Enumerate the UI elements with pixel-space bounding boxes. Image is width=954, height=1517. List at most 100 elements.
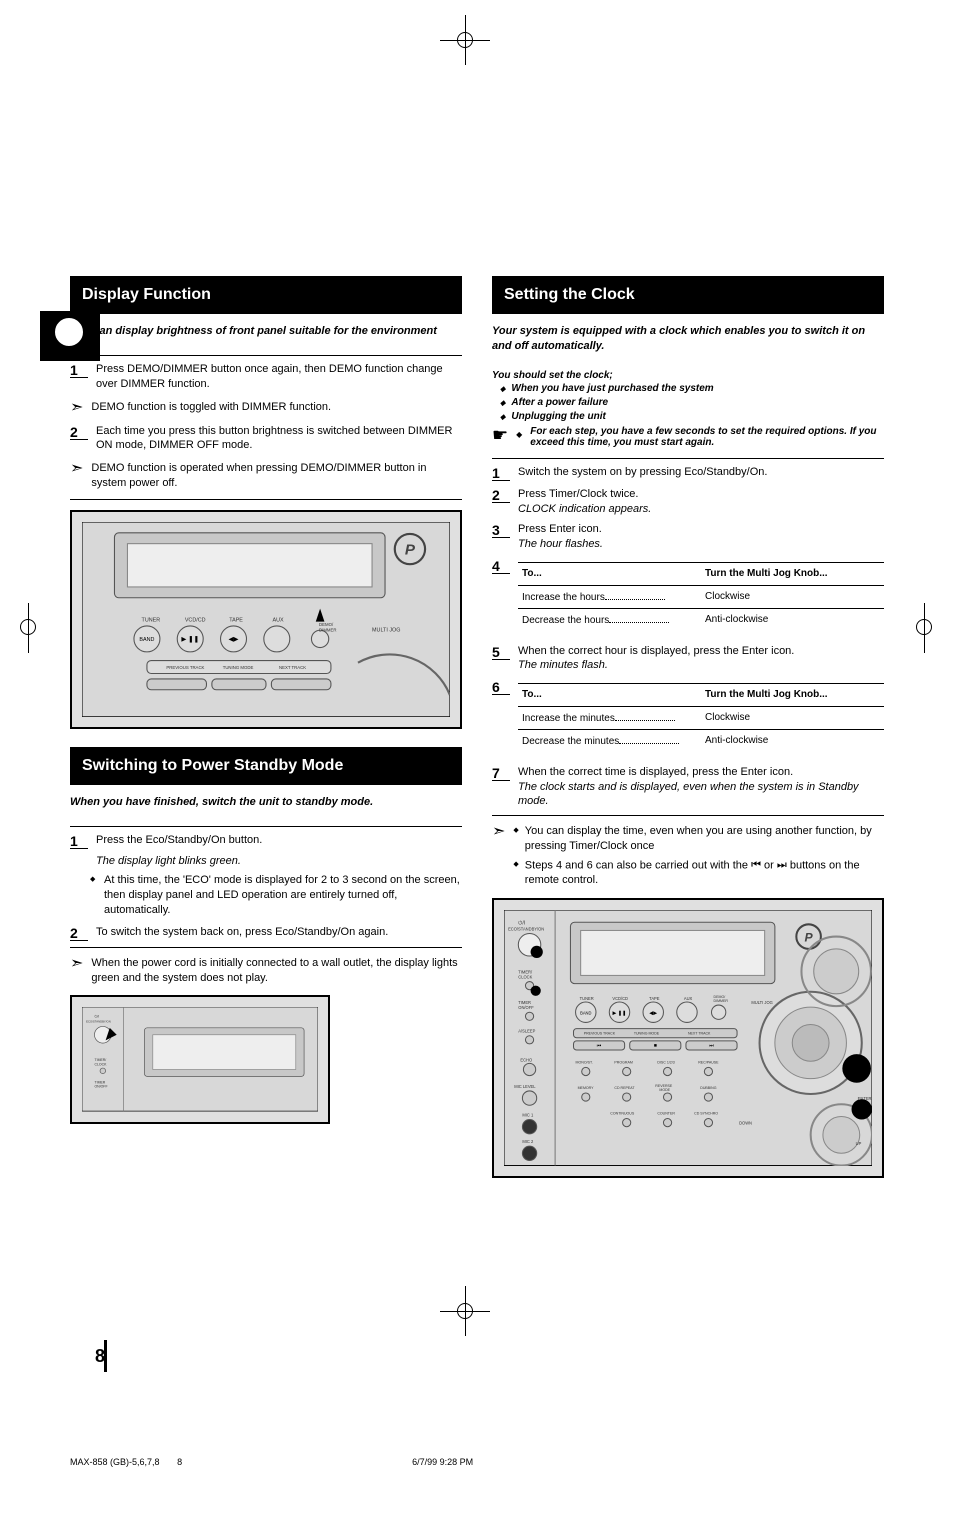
- step-number: 6: [492, 679, 510, 695]
- step-6: 6 To... Turn the Multi Jog Knob... Incre…: [492, 679, 884, 759]
- svg-text:P: P: [405, 541, 416, 558]
- svg-text:TUNING MODE: TUNING MODE: [634, 1032, 660, 1036]
- step-number: 2: [70, 925, 88, 941]
- arrow-icon: ➣: [70, 400, 83, 416]
- table-row: Increase the minutes Clockwise: [518, 707, 884, 731]
- left-column: Display Function You can display brightn…: [70, 276, 462, 1178]
- divider: [70, 826, 462, 827]
- svg-text:MONO/ST.: MONO/ST.: [576, 1060, 593, 1064]
- step-number: 2: [70, 424, 88, 440]
- svg-text:AUX: AUX: [684, 996, 693, 1001]
- svg-text:NEXT TRACK: NEXT TRACK: [688, 1032, 711, 1036]
- table-row: Decrease the minutes Anti-clockwise: [518, 730, 884, 753]
- svg-text:VCD/CD: VCD/CD: [612, 996, 628, 1001]
- note: ➣ DEMO function is operated when pressin…: [70, 461, 462, 491]
- svg-text:◀▶: ◀▶: [229, 636, 239, 643]
- step-number: 5: [492, 644, 510, 660]
- divider: [70, 355, 462, 356]
- step-3: 3 Press Enter icon. The hour flashes.: [492, 522, 884, 552]
- svg-text:TUNING MODE: TUNING MODE: [223, 665, 254, 670]
- bullet-item: At this time, the 'ECO' mode is displaye…: [90, 873, 462, 919]
- step-1: 1 Press the Eco/Standby/On button.: [70, 833, 462, 849]
- clock-intro: Your system is equipped with a clock whi…: [492, 324, 884, 354]
- svg-text:DUBBING: DUBBING: [700, 1086, 716, 1090]
- arrow-icon: ➣: [70, 956, 83, 972]
- svg-text:▶ ❚❚: ▶ ❚❚: [613, 1010, 627, 1016]
- svg-text:DIMMER: DIMMER: [714, 999, 729, 1003]
- step-result: The minutes flash.: [518, 659, 608, 671]
- svg-text:MULTI JOG: MULTI JOG: [751, 1000, 772, 1005]
- svg-text:ECO/STANDBY/ON: ECO/STANDBY/ON: [508, 926, 544, 931]
- svg-text:■: ■: [654, 1043, 657, 1049]
- hand-note-text: For each step, you have a few seconds to…: [530, 426, 884, 448]
- svg-text:MULTI JOG: MULTI JOG: [372, 627, 400, 633]
- svg-text:ECO/STANDBY/ON: ECO/STANDBY/ON: [86, 1020, 111, 1024]
- manual-page: Display Function You can display brightn…: [0, 166, 954, 1517]
- timing-label: You should set the clock;: [492, 370, 884, 381]
- svg-text:BAND: BAND: [139, 637, 154, 643]
- svg-text:COUNTER: COUNTER: [657, 1111, 675, 1115]
- step-2: 2 To switch the system back on, press Ec…: [70, 925, 462, 941]
- step-number: 7: [492, 765, 510, 781]
- step-text: To... Turn the Multi Jog Knob... Increas…: [518, 558, 884, 638]
- end-note-1: You can display the time, even when you …: [525, 824, 884, 854]
- next-track-icon: ⏭: [777, 858, 787, 873]
- pointing-hand-icon: ☛: [492, 426, 508, 444]
- svg-text:TIMER: TIMER: [94, 1081, 105, 1085]
- step-number: 3: [492, 522, 510, 538]
- svg-text:PREVIOUS TRACK: PREVIOUS TRACK: [166, 665, 204, 670]
- table-row: Decrease the hours Anti-clockwise: [518, 609, 884, 632]
- step-2: 2 Press Timer/Clock twice. CLOCK indicat…: [492, 487, 884, 517]
- step-text: Press Enter icon. The hour flashes.: [518, 522, 884, 552]
- device-illustration-dimmer: P TUNER VCD/CD TAPE AUX BAND ▶ ❚❚ ◀▶ DEM…: [70, 510, 462, 729]
- note-text: DEMO function is toggled with DIMMER fun…: [91, 400, 462, 415]
- step-text: To... Turn the Multi Jog Knob... Increas…: [518, 679, 884, 759]
- note-text: DEMO function is operated when pressing …: [91, 461, 462, 491]
- note-text: When the power cord is initially connect…: [91, 956, 462, 986]
- svg-text:PREVIOUS TRACK: PREVIOUS TRACK: [584, 1032, 616, 1036]
- svg-text:⏻/I: ⏻/I: [94, 1015, 99, 1019]
- step-number: 4: [492, 558, 510, 574]
- svg-text:TAPE: TAPE: [649, 996, 660, 1001]
- device-illustration-standby: ⏻/I ECO/STANDBY/ON TIMER/ CLOCK TIMER ON…: [70, 995, 330, 1123]
- step-number: 1: [492, 465, 510, 481]
- svg-text:DIMMER: DIMMER: [319, 627, 337, 632]
- step-number: 1: [70, 833, 88, 849]
- svg-text:⏭: ⏭: [709, 1043, 714, 1049]
- svg-text:AUX: AUX: [272, 617, 284, 623]
- svg-text:MEMORY: MEMORY: [578, 1086, 595, 1090]
- footer: MAX-858 (GB)-5,6,7,8 8 6/7/99 9:28 PM: [70, 1457, 473, 1467]
- svg-text:DEMO/: DEMO/: [319, 622, 334, 627]
- svg-text:TUNER: TUNER: [580, 996, 594, 1001]
- end-note-2: Steps 4 and 6 can also be carried out wi…: [525, 858, 884, 888]
- svg-text:CONTINUOUS: CONTINUOUS: [610, 1111, 635, 1115]
- arrow-icon: ➣: [70, 461, 83, 477]
- step-2: 2 Each time you press this button bright…: [70, 424, 462, 454]
- divider: [492, 458, 884, 459]
- table-header: To... Turn the Multi Jog Knob...: [518, 562, 884, 586]
- svg-text:ON/OFF: ON/OFF: [94, 1085, 107, 1089]
- step-text: Press DEMO/DIMMER button once again, the…: [96, 362, 462, 392]
- svg-text:BAND: BAND: [580, 1010, 591, 1015]
- svg-text:⏮: ⏮: [597, 1043, 602, 1049]
- step-text: When the correct time is displayed, pres…: [518, 765, 884, 810]
- svg-text:UP: UP: [856, 1141, 862, 1146]
- step-result: CLOCK indication appears.: [518, 503, 651, 515]
- step-text: Press the Eco/Standby/On button.: [96, 833, 462, 849]
- display-intro: You can display brightness of front pane…: [70, 324, 462, 339]
- step-number: 2: [492, 487, 510, 503]
- svg-text:CD REPEAT: CD REPEAT: [614, 1086, 635, 1090]
- step-1: 1 Press DEMO/DIMMER button once again, t…: [70, 362, 462, 392]
- svg-text:TIMER/: TIMER/: [94, 1059, 106, 1063]
- divider: [70, 947, 462, 948]
- svg-text:NEXT TRACK: NEXT TRACK: [279, 665, 306, 670]
- svg-text:⏻/I: ⏻/I: [518, 920, 525, 926]
- section-heading-clock: Setting the Clock: [492, 276, 884, 314]
- table-header: To... Turn the Multi Jog Knob...: [518, 683, 884, 707]
- svg-text:MIC 2: MIC 2: [522, 1139, 534, 1144]
- divider: [492, 815, 884, 816]
- binder-ring-icon: [53, 316, 85, 348]
- step-text: To switch the system back on, press Eco/…: [96, 925, 462, 941]
- timing-item: Unplugging the unit: [500, 411, 884, 422]
- step-result: The display light blinks green.: [96, 855, 462, 867]
